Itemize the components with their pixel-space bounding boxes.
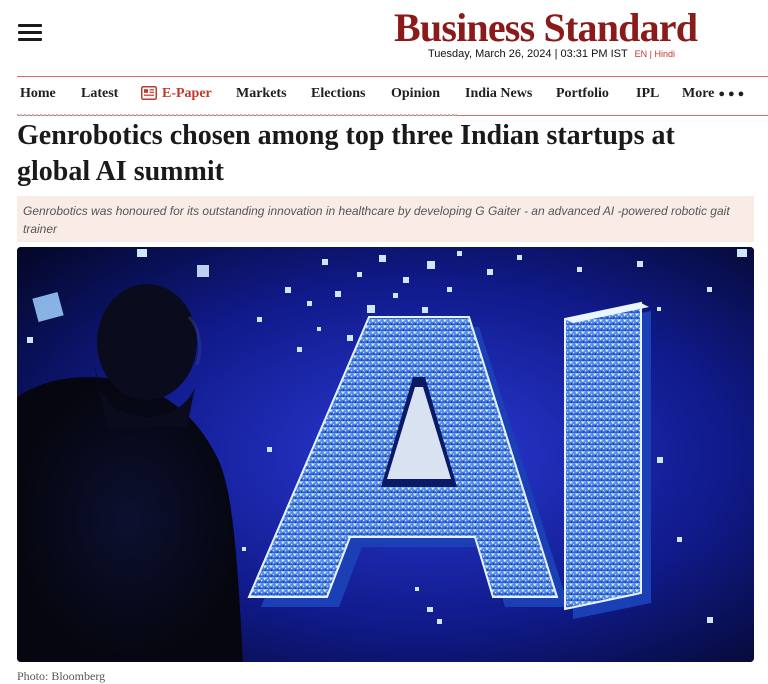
- nav-item-elections[interactable]: Elections: [311, 86, 365, 102]
- nav-item-more[interactable]: More ●●●: [682, 86, 747, 102]
- nav-item-more-label: More: [682, 86, 715, 101]
- image-caption: Photo: Bloomberg: [17, 669, 106, 683]
- site-header: Business Standard Tuesday, March 26, 202…: [0, 0, 768, 76]
- current-datetime: Tuesday, March 26, 2024 | 03:31 PM IST: [428, 48, 628, 60]
- brand-logo[interactable]: Business Standard: [394, 4, 698, 52]
- nav-item-opinion[interactable]: Opinion: [391, 86, 440, 102]
- newspaper-icon: [141, 86, 157, 100]
- article-summary: Genrobotics was honoured for its outstan…: [17, 196, 754, 242]
- nav-item-epaper[interactable]: E-Paper: [141, 86, 212, 102]
- main-nav: Home Latest E-Paper Markets Elections Op…: [17, 76, 768, 116]
- nav-item-home[interactable]: Home: [20, 86, 56, 102]
- lang-hindi-link[interactable]: Hindi: [655, 49, 676, 59]
- nav-item-epaper-label: E-Paper: [162, 86, 212, 101]
- article-hero-image: [17, 247, 754, 662]
- nav-item-latest[interactable]: Latest: [81, 86, 118, 102]
- lang-en-link[interactable]: EN: [635, 49, 648, 59]
- dots-icon: ●●●: [718, 88, 748, 100]
- dateline: Tuesday, March 26, 2024 | 03:31 PM IST E…: [428, 48, 675, 60]
- hamburger-menu-icon[interactable]: [18, 24, 42, 42]
- article-headline: Genrobotics chosen among top three India…: [17, 120, 675, 187]
- lang-separator: |: [649, 49, 652, 59]
- nav-item-markets[interactable]: Markets: [236, 86, 287, 102]
- nav-item-india-news[interactable]: India News: [465, 86, 532, 102]
- nav-item-portfolio[interactable]: Portfolio: [556, 86, 609, 102]
- ai-hero-illustration: [17, 247, 754, 662]
- language-switcher: EN | Hindi: [635, 49, 675, 59]
- nav-item-ipl[interactable]: IPL: [636, 86, 659, 102]
